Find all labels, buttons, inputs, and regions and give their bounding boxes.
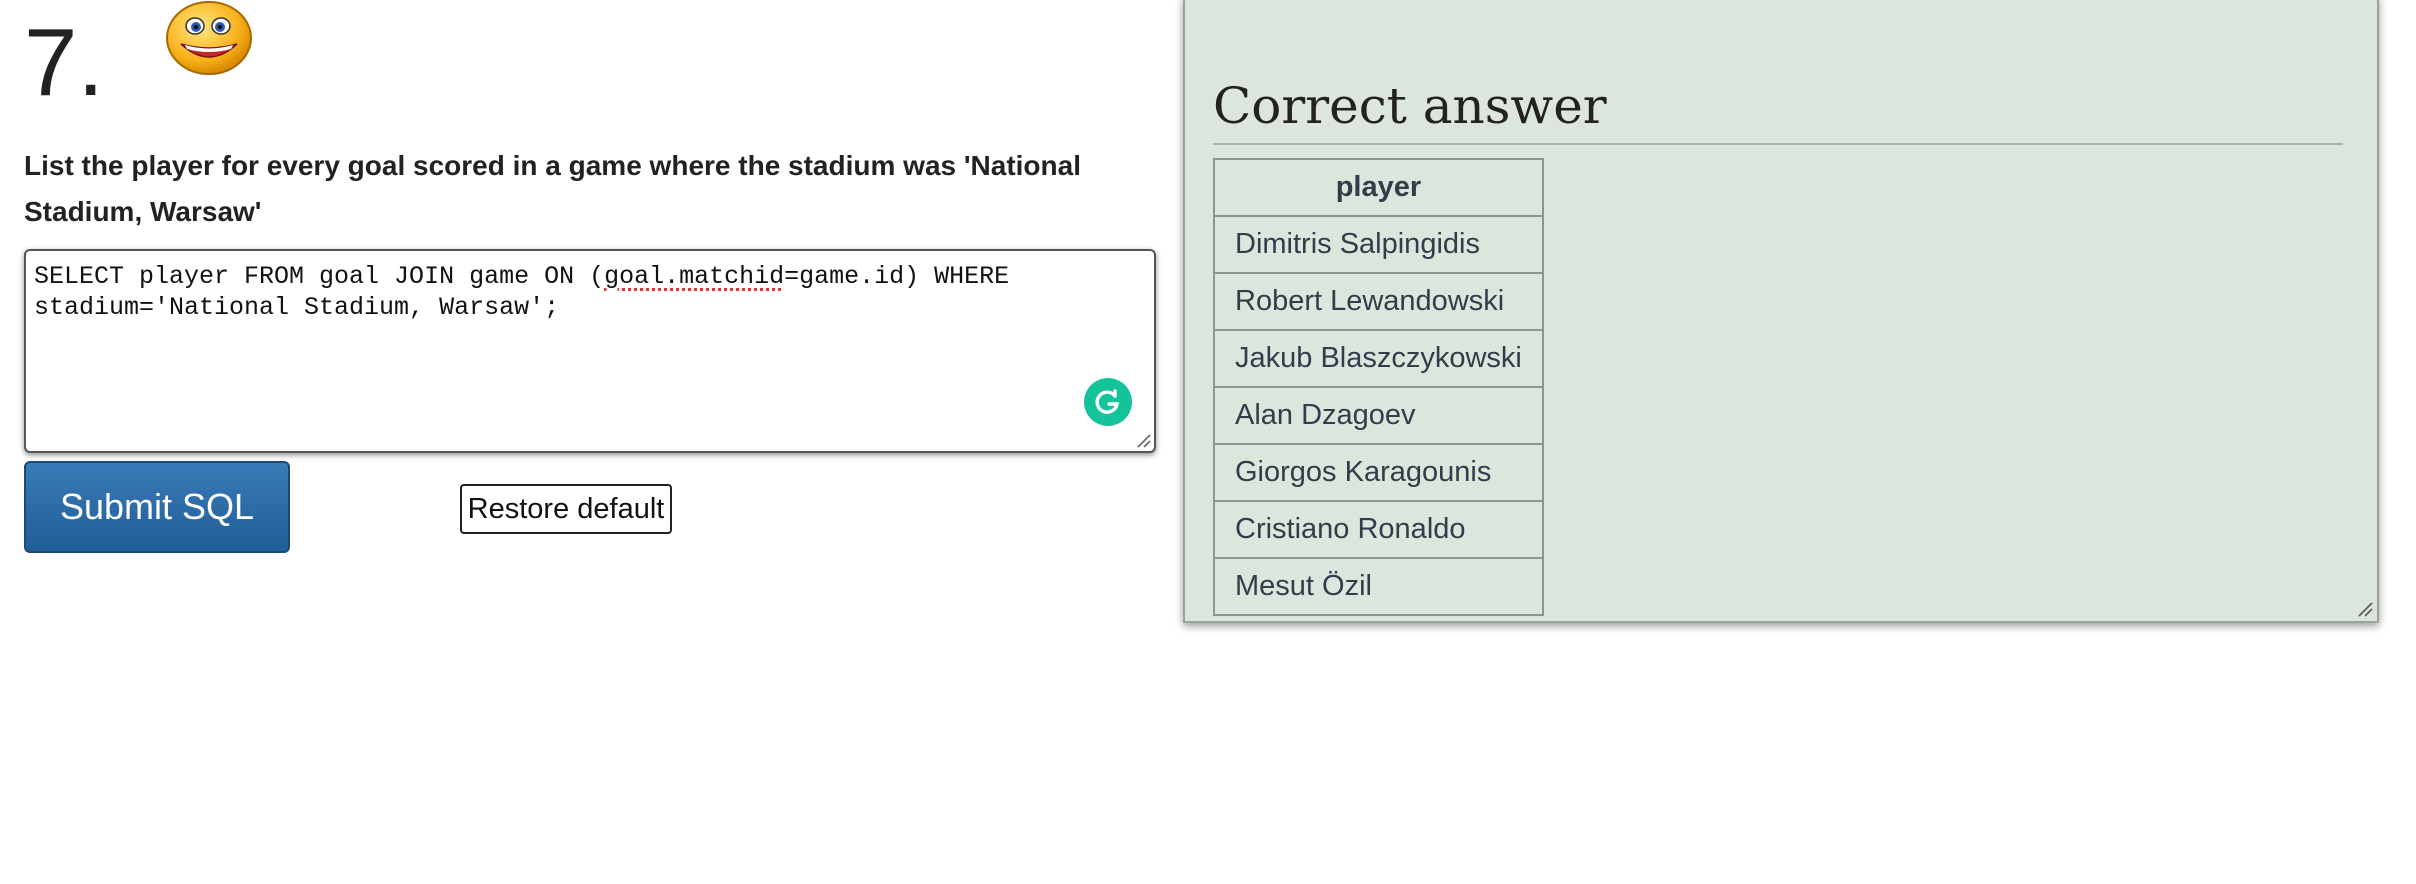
submit-sql-button[interactable]: Submit SQL [24,461,290,553]
table-row: Robert Lewandowski [1213,272,1544,331]
player-cell: Cristiano Ronaldo [1213,500,1544,559]
player-cell: Jakub Blaszczykowski [1213,329,1544,388]
resize-handle-icon[interactable] [1135,432,1151,448]
table-row: Cristiano Ronaldo [1213,500,1544,559]
table-row: Giorgos Karagounis [1213,443,1544,502]
table-row: Mesut Özil [1213,557,1544,616]
player-cell: Giorgos Karagounis [1213,443,1544,502]
grammarly-g-icon[interactable] [1084,378,1132,426]
table-body: Dimitris Salpingidis Robert Lewandowski Ja… [1213,215,1544,616]
resize-handle-icon[interactable] [2355,599,2373,617]
sql-editor[interactable]: SELECT player FROM goal JOIN game ON (go… [24,249,1156,453]
restore-default-button[interactable]: Restore default [460,484,672,534]
smiley-face-icon [166,1,252,75]
column-header-player: player [1213,158,1544,217]
player-cell: Dimitris Salpingidis [1213,215,1544,274]
table-row: Dimitris Salpingidis [1213,215,1544,274]
question-number: 7. [24,9,105,116]
player-cell: Robert Lewandowski [1213,272,1544,331]
sqlzoo-page: 7. List the player for every goal scored… [0,0,2416,884]
answer-title: Correct answer [1213,77,1607,135]
divider [1213,143,2343,145]
table-header-row: player [1213,158,1544,217]
player-cell: Alan Dzagoev [1213,386,1544,445]
sql-text[interactable]: SELECT player FROM goal JOIN game ON (go… [34,261,1134,323]
sql-text-spellcheck: goal.matchid [604,262,785,291]
player-cell: Mesut Özil [1213,557,1544,616]
question-text: List the player for every goal scored in… [24,150,1081,227]
answer-table: player Dimitris Salpingidis Robert Lewand… [1213,158,1544,616]
correct-answer-panel: Correct answer player Dimitris Salpingid… [1183,0,2379,623]
table-row: Jakub Blaszczykowski [1213,329,1544,388]
table-row: Alan Dzagoev [1213,386,1544,445]
sql-text-start: SELECT player FROM goal JOIN game ON ( [34,262,605,291]
